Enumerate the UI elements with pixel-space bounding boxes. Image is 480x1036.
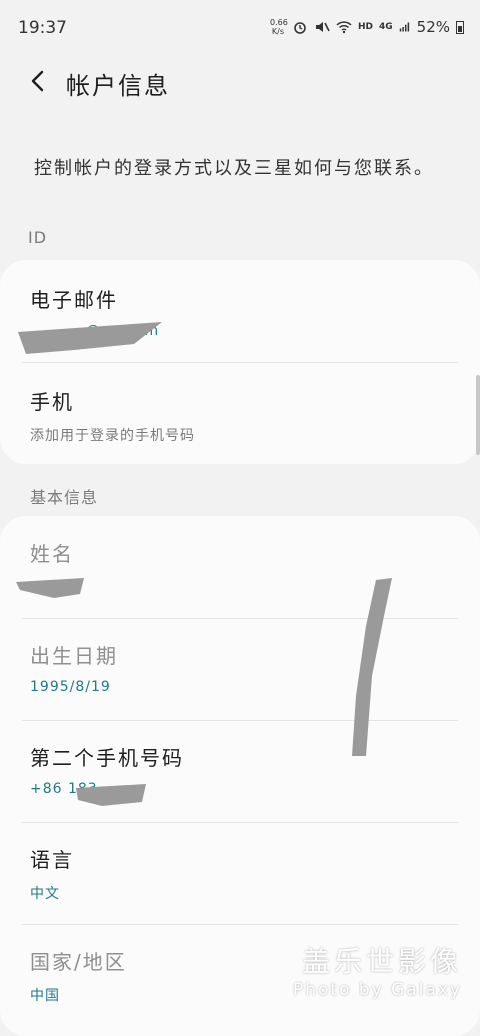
status-bar: 19:37 0.66 K/s HD 4G 52% [0,0,480,56]
section-header-basic: 基本信息 [30,488,99,507]
status-time: 19:37 [18,18,67,38]
redaction-scribble [352,578,392,756]
battery-icon [456,20,464,34]
redaction-scribble [18,322,162,354]
email-label: 电子邮件 [30,288,118,312]
phone-label: 手机 [30,390,74,414]
language-label: 语言 [30,848,74,872]
page-description: 控制帐户的登录方式以及三星如何与您联系。 [34,158,434,179]
phone-row[interactable]: 手机 添加用于登录的手机号码 [30,386,458,445]
scrollbar[interactable] [476,375,480,455]
battery-percent: 52% [416,18,450,36]
alarm-icon [294,22,306,34]
divider [22,822,458,823]
redaction-scribble [76,784,146,806]
redaction-scribble [16,578,84,598]
phone-hint: 添加用于登录的手机号码 [30,428,195,444]
divider [22,362,458,363]
name-label: 姓名 [30,542,74,566]
account-id-card: 电子邮件 @qq.com 手机 添加用于登录的手机号码 [0,260,480,464]
page-title: 帐户信息 [66,72,170,100]
language-row[interactable]: 语言 中文 [30,844,458,903]
status-icons: 0.66 K/s HD 4G 52% [270,18,464,36]
section-header-id: ID [28,228,48,247]
hd-badge: HD [357,22,373,32]
watermark-caption: Photo by Galaxy [292,980,462,1000]
net-speed: 0.66 K/s [269,18,288,36]
language-value: 中文 [30,886,60,902]
back-arrow-icon[interactable] [26,66,50,96]
wifi-icon [336,21,352,34]
signal-icon [399,22,409,32]
photo-watermark: 盖乐世影像 Photo by Galaxy [293,940,462,1000]
network-type: 4G [379,22,393,32]
mute-icon [315,22,330,32]
divider [22,924,458,925]
name-row[interactable]: 姓名 [30,538,458,567]
watermark-brand: 盖乐世影像 [301,945,462,978]
